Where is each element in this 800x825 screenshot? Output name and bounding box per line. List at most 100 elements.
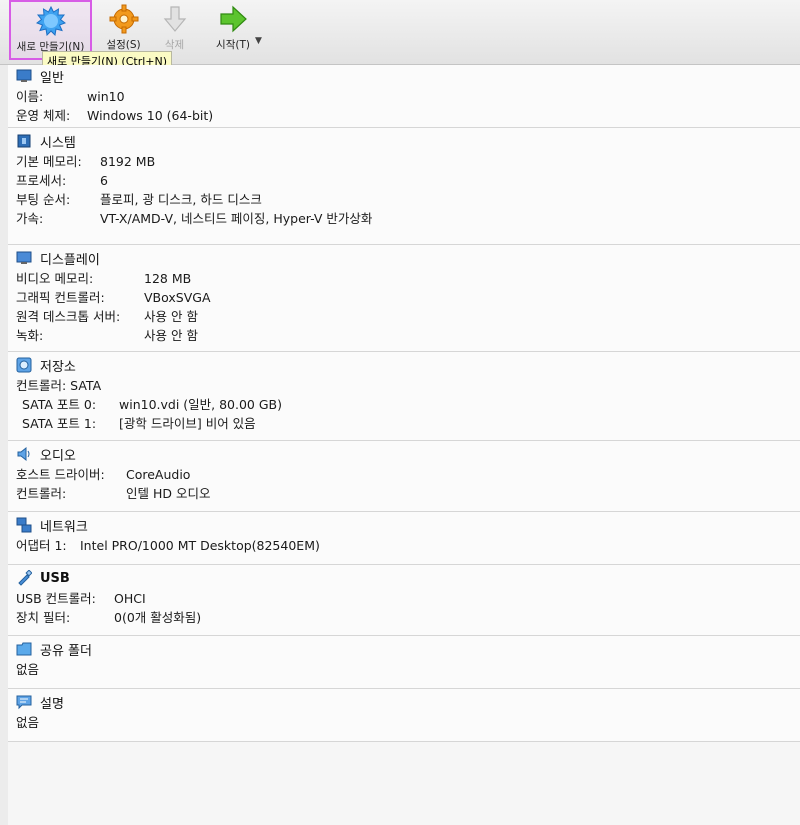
folder-icon bbox=[16, 642, 32, 656]
info-row: 원격 데스크톱 서버: 사용 안 함 bbox=[8, 307, 800, 326]
section-audio: 오디오 호스트 드라이버: CoreAudio 컨트롤러: 인텔 HD 오디오 bbox=[8, 441, 800, 512]
section-network-title: 네트워크 bbox=[40, 519, 88, 535]
section-network: 네트워크 어댑터 1: Intel PRO/1000 MT Desktop(825… bbox=[8, 512, 800, 565]
info-value: 128 MB bbox=[144, 271, 192, 286]
info-row: 가속: VT-X/AMD-V, 네스티드 페이징, Hyper-V 반가상화 bbox=[8, 209, 800, 228]
discard-label: 삭제 bbox=[164, 39, 185, 51]
info-key: 운영 체제: bbox=[16, 108, 71, 123]
section-description-title: 설명 bbox=[40, 696, 64, 712]
section-general: 일반 이름: win10 운영 체제: Windows 10 (64-bit) bbox=[8, 65, 800, 128]
section-storage: 저장소 컨트롤러: SATA SATA 포트 0: win10.vdi (일반, … bbox=[8, 352, 800, 441]
section-description-header[interactable]: 설명 bbox=[8, 691, 800, 713]
info-row: 컨트롤러: 인텔 HD 오디오 bbox=[8, 484, 800, 503]
section-usb-header[interactable]: USB bbox=[8, 567, 800, 589]
shared-folders-value: 없음 bbox=[16, 662, 40, 677]
info-row: SATA 포트 1: [광학 드라이브] 비어 있음 bbox=[8, 414, 800, 433]
info-key: 이름: bbox=[16, 89, 44, 104]
info-value: OHCI bbox=[114, 591, 146, 606]
info-row: 그래픽 컨트롤러: VBoxSVGA bbox=[8, 288, 800, 307]
info-value: Windows 10 (64-bit) bbox=[87, 108, 214, 123]
network-icon bbox=[16, 517, 32, 533]
info-row: 어댑터 1: Intel PRO/1000 MT Desktop(82540EM) bbox=[8, 536, 800, 555]
info-row: 프로세서: 6 bbox=[8, 171, 800, 190]
section-network-header[interactable]: 네트워크 bbox=[8, 514, 800, 536]
gear-icon bbox=[109, 4, 138, 34]
info-row: 운영 체제: Windows 10 (64-bit) bbox=[8, 106, 800, 125]
speech-bubble-icon bbox=[16, 695, 32, 710]
storage-disk-icon bbox=[16, 357, 32, 373]
section-system-title: 시스템 bbox=[40, 135, 76, 151]
section-general-header[interactable]: 일반 bbox=[8, 65, 800, 87]
info-key: 장치 필터: bbox=[16, 610, 71, 625]
info-row: 녹화: 사용 안 함 bbox=[8, 326, 800, 345]
info-row: 호스트 드라이버: CoreAudio bbox=[8, 465, 800, 484]
section-audio-title: 오디오 bbox=[40, 448, 76, 464]
section-description: 설명 없음 bbox=[8, 689, 800, 742]
info-key: 그래픽 컨트롤러: bbox=[16, 290, 105, 305]
section-display-header[interactable]: 디스플레이 bbox=[8, 247, 800, 269]
info-key: 프로세서: bbox=[16, 173, 67, 188]
info-row: 부팅 순서: 플로피, 광 디스크, 하드 디스크 bbox=[8, 190, 800, 209]
info-value: 플로피, 광 디스크, 하드 디스크 bbox=[100, 192, 262, 207]
start-label: 시작(T) bbox=[216, 39, 250, 51]
info-value: win10.vdi (일반, 80.00 GB) bbox=[119, 397, 282, 412]
info-key: USB 컨트롤러: bbox=[16, 591, 96, 606]
info-value: 8192 MB bbox=[100, 154, 156, 169]
section-storage-title: 저장소 bbox=[40, 359, 76, 375]
info-row: SATA 포트 0: win10.vdi (일반, 80.00 GB) bbox=[8, 395, 800, 414]
info-value: Intel PRO/1000 MT Desktop(82540EM) bbox=[80, 538, 320, 553]
info-row: USB 컨트롤러: OHCI bbox=[8, 589, 800, 608]
section-system-header[interactable]: 시스템 bbox=[8, 130, 800, 152]
info-key: 가속: bbox=[16, 211, 44, 226]
info-row: 장치 필터: 0(0개 활성화됨) bbox=[8, 608, 800, 627]
info-row: 기본 메모리: 8192 MB bbox=[8, 152, 800, 171]
info-value: win10 bbox=[87, 89, 125, 104]
info-key: 원격 데스크톱 서버: bbox=[16, 309, 121, 324]
start-button[interactable]: 시작(T) bbox=[207, 0, 259, 60]
section-shared-folders-title: 공유 폴더 bbox=[40, 643, 92, 659]
usb-icon bbox=[18, 570, 32, 586]
vm-details-pane: 일반 이름: win10 운영 체제: Windows 10 (64-bit) 시스… bbox=[8, 65, 800, 825]
section-shared-folders-header[interactable]: 공유 폴더 bbox=[8, 638, 800, 660]
info-value: 사용 안 함 bbox=[144, 309, 198, 324]
info-value: 6 bbox=[100, 173, 108, 188]
info-row: 비디오 메모리: 128 MB bbox=[8, 269, 800, 288]
display-icon bbox=[16, 251, 32, 264]
section-audio-header[interactable]: 오디오 bbox=[8, 443, 800, 465]
info-value: 인텔 HD 오디오 bbox=[126, 486, 211, 501]
start-arrow-right-icon bbox=[220, 5, 247, 33]
chip-icon bbox=[17, 134, 31, 148]
speaker-icon bbox=[17, 446, 30, 462]
section-display-title: 디스플레이 bbox=[40, 252, 100, 268]
new-vm-icon bbox=[35, 6, 66, 36]
info-value: VT-X/AMD-V, 네스티드 페이징, Hyper-V 반가상화 bbox=[100, 211, 373, 226]
description-value: 없음 bbox=[16, 715, 40, 730]
section-usb: USB USB 컨트롤러: OHCI 장치 필터: 0(0개 활성화됨) bbox=[8, 565, 800, 636]
section-shared-folders: 공유 폴더 없음 bbox=[8, 636, 800, 689]
info-key: SATA 포트 1: bbox=[22, 416, 97, 431]
info-key: 녹화: bbox=[16, 328, 44, 343]
section-storage-header[interactable]: 저장소 bbox=[8, 354, 800, 376]
monitor-general-icon bbox=[16, 69, 32, 82]
info-key: 호스트 드라이버: bbox=[16, 467, 105, 482]
info-value: 0(0개 활성화됨) bbox=[114, 610, 202, 625]
section-display: 디스플레이 비디오 메모리: 128 MB 그래픽 컨트롤러: VBoxSVGA 원… bbox=[8, 245, 800, 352]
section-general-title: 일반 bbox=[40, 70, 64, 86]
info-key: 기본 메모리: bbox=[16, 154, 82, 169]
settings-label: 설정(S) bbox=[106, 39, 141, 51]
info-row: 이름: win10 bbox=[8, 87, 800, 106]
info-value: VBoxSVGA bbox=[144, 290, 211, 305]
info-key: 컨트롤러: bbox=[16, 486, 67, 501]
info-value: 사용 안 함 bbox=[144, 328, 198, 343]
info-value: [광학 드라이브] 비어 있음 bbox=[119, 416, 256, 431]
section-usb-title: USB bbox=[40, 570, 70, 586]
discard-arrow-down-icon bbox=[163, 6, 186, 32]
storage-controller: 컨트롤러: SATA bbox=[16, 378, 102, 393]
start-dropdown-arrow-icon[interactable]: ▼ bbox=[255, 36, 262, 46]
info-key: 비디오 메모리: bbox=[16, 271, 94, 286]
info-key: SATA 포트 0: bbox=[22, 397, 97, 412]
section-system: 시스템 기본 메모리: 8192 MB 프로세서: 6 부팅 순서: 플로피, 광 디… bbox=[8, 128, 800, 245]
info-key: 어댑터 1: bbox=[16, 538, 67, 553]
info-value: CoreAudio bbox=[126, 467, 191, 482]
info-key: 부팅 순서: bbox=[16, 192, 71, 207]
